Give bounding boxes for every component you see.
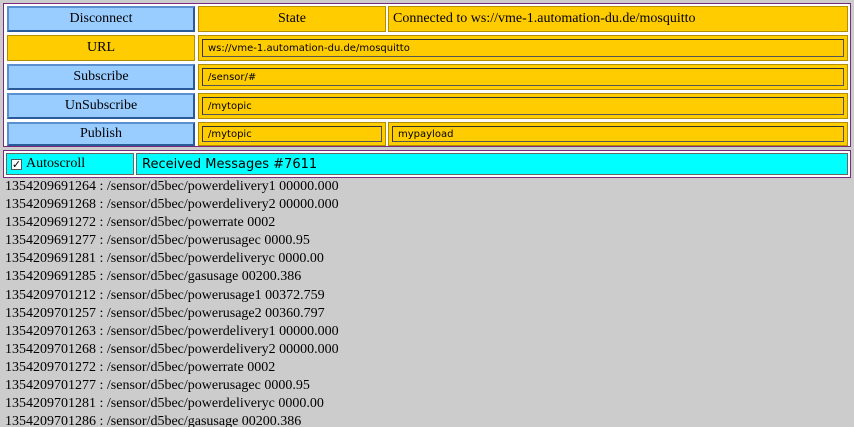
publish-button[interactable]: Publish xyxy=(7,122,195,146)
message-line: 1354209701281 : /sensor/d5bec/powerdeliv… xyxy=(5,396,324,412)
url-label: URL xyxy=(7,35,195,61)
message-line: 1354209691281 : /sensor/d5bec/powerdeliv… xyxy=(5,251,324,267)
message-line: 1354209701212 : /sensor/d5bec/powerusage… xyxy=(5,287,325,303)
autoscroll-toggle[interactable]: ✓ Autoscroll xyxy=(6,153,134,175)
unsubscribe-button[interactable]: UnSubscribe xyxy=(7,93,195,119)
messages-header: ✓ Autoscroll Received Messages #7611 xyxy=(3,150,851,178)
message-line: 1354209691285 : /sensor/d5bec/gasusage 0… xyxy=(5,269,302,285)
publish-payload-input[interactable]: mypayload xyxy=(392,126,844,142)
message-line: 1354209691277 : /sensor/d5bec/powerusage… xyxy=(5,233,310,249)
message-line: 1354209701286 : /sensor/d5bec/gasusage 0… xyxy=(5,414,302,427)
publish-topic-input[interactable]: /mytopic xyxy=(202,126,382,142)
message-line: 1354209701277 : /sensor/d5bec/powerusage… xyxy=(5,378,310,394)
publish-payload-wrapper: mypayload xyxy=(388,122,848,146)
message-line: 1354209701257 : /sensor/d5bec/powerusage… xyxy=(5,305,325,321)
url-input[interactable]: ws://vme-1.automation-du.de/mosquitto xyxy=(202,39,844,57)
message-line: 1354209691268 : /sensor/d5bec/powerdeliv… xyxy=(5,197,339,213)
autoscroll-label: Autoscroll xyxy=(26,156,86,171)
publish-topic-wrapper: /mytopic xyxy=(198,122,386,146)
message-line: 1354209701263 : /sensor/d5bec/powerdeliv… xyxy=(5,323,339,339)
state-label: State xyxy=(198,6,386,32)
message-line: 1354209701268 : /sensor/d5bec/powerdeliv… xyxy=(5,341,339,357)
message-log[interactable]: 1354209691264 : /sensor/d5bec/powerdeliv… xyxy=(5,178,851,427)
message-line: 1354209691272 : /sensor/d5bec/powerrate … xyxy=(5,215,276,231)
message-line: 1354209691264 : /sensor/d5bec/powerdeliv… xyxy=(5,179,339,194)
received-messages-count: Received Messages #7611 xyxy=(136,153,848,175)
autoscroll-checkbox[interactable]: ✓ xyxy=(11,157,22,171)
check-icon: ✓ xyxy=(11,157,22,171)
url-field-wrapper: ws://vme-1.automation-du.de/mosquitto xyxy=(198,35,848,61)
disconnect-button[interactable]: Disconnect xyxy=(7,6,195,32)
connection-state-text: Connected to ws://vme-1.automation-du.de… xyxy=(388,6,848,32)
message-line: 1354209701272 : /sensor/d5bec/powerrate … xyxy=(5,359,276,375)
subscribe-button[interactable]: Subscribe xyxy=(7,64,195,90)
subscribe-topic-input[interactable]: /sensor/# xyxy=(202,68,844,86)
control-panel: Disconnect State Connected to ws://vme-1… xyxy=(3,3,851,147)
unsubscribe-topic-input[interactable]: /mytopic xyxy=(202,97,844,115)
unsubscribe-field-wrapper: /mytopic xyxy=(198,93,848,119)
subscribe-field-wrapper: /sensor/# xyxy=(198,64,848,90)
